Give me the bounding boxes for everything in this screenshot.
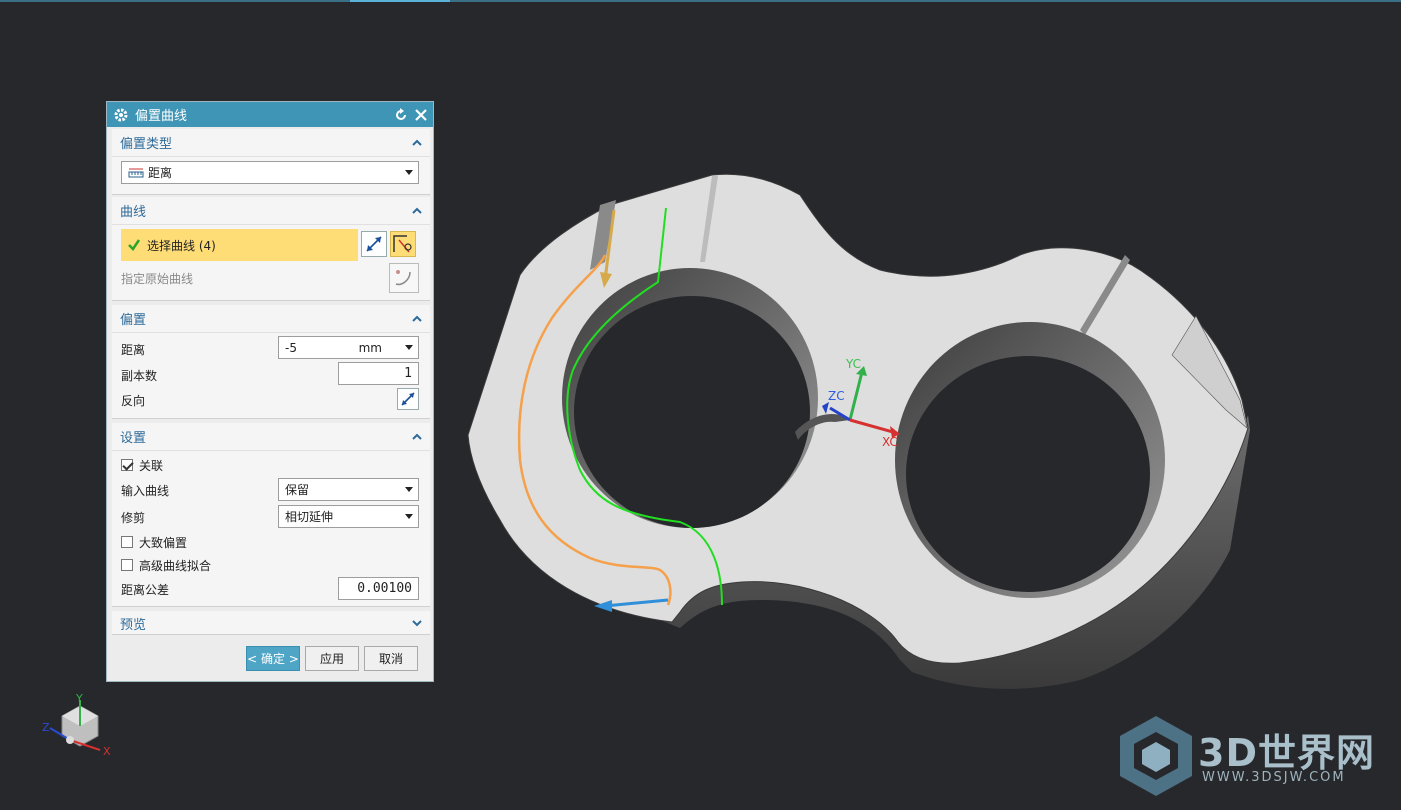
watermark-text: 3D世界网 — [1198, 731, 1375, 775]
rough-offset-checkbox[interactable] — [121, 536, 133, 548]
preview-header[interactable]: 预览 — [112, 611, 430, 635]
offset-header[interactable]: 偏置 — [112, 305, 430, 333]
curve-rule-button[interactable] — [390, 231, 416, 257]
settings-header[interactable]: 设置 — [112, 423, 430, 451]
distance-row: 距离 — [121, 338, 145, 360]
settings-title: 设置 — [120, 431, 147, 446]
chevron-down-icon — [405, 514, 413, 519]
triad-label-x: X — [103, 745, 111, 758]
csys-label-yc: YC — [845, 357, 861, 371]
associative-checkbox-row[interactable]: 关联 — [121, 454, 163, 476]
offset-curve-dialog: 偏置曲线 偏置类型 距离 曲线 选择曲线 (4) 指定原始曲线 偏置 距离 -5… — [106, 101, 434, 682]
copies-row: 副本数 — [121, 364, 157, 386]
triad-label-y: Y — [75, 692, 83, 705]
close-icon[interactable] — [413, 107, 429, 123]
cancel-button[interactable]: 取消 — [364, 646, 418, 671]
chevron-up-icon[interactable] — [410, 136, 424, 150]
distance-ruler-icon — [128, 168, 144, 177]
apply-button[interactable]: 应用 — [305, 646, 359, 671]
associative-label: 关联 — [139, 458, 164, 473]
associative-checkbox[interactable] — [121, 459, 133, 471]
specify-original-curve-row: 指定原始曲线 — [121, 267, 193, 289]
input-curve-value: 保留 — [285, 483, 310, 497]
advanced-fit-label: 高级曲线拟合 — [139, 558, 212, 573]
advanced-fit-checkbox[interactable] — [121, 559, 133, 571]
csys-label-zc: ZC — [828, 389, 845, 403]
watermark-logo-icon — [1120, 716, 1192, 796]
chevron-down-icon — [405, 170, 413, 175]
right-hole — [895, 322, 1165, 598]
reverse-offset-button[interactable] — [397, 388, 419, 410]
rough-offset-label: 大致偏置 — [139, 535, 188, 550]
input-curve-row: 输入曲线 — [121, 479, 169, 501]
offset-type-value: 距离 — [148, 166, 173, 180]
chevron-up-icon[interactable] — [410, 204, 424, 218]
reverse-arrows-icon — [401, 392, 415, 406]
chevron-down-icon — [405, 345, 413, 350]
specify-original-label: 指定原始曲线 — [121, 271, 194, 286]
check-icon — [128, 239, 141, 251]
offset-type-title: 偏置类型 — [120, 137, 173, 152]
left-hole — [562, 268, 818, 528]
curve-header[interactable]: 曲线 — [112, 197, 430, 225]
distance-input[interactable]: -5 mm — [278, 336, 419, 359]
gear-icon — [114, 108, 128, 121]
reverse-label: 反向 — [121, 393, 146, 408]
chevron-down-icon[interactable] — [410, 616, 424, 630]
offset-type-section: 偏置类型 距离 — [112, 129, 430, 195]
chevron-up-icon[interactable] — [410, 430, 424, 444]
chevron-down-icon — [405, 487, 413, 492]
distance-value: -5 — [285, 340, 297, 355]
tolerance-row: 距离公差 — [121, 578, 169, 600]
triad-label-z: Z — [42, 721, 50, 734]
curve-select-icon — [393, 235, 412, 253]
reverse-arrows-icon — [366, 236, 382, 252]
settings-section: 设置 关联 输入曲线 保留 修剪 相切延伸 大致偏置 高级曲线拟合 距离公差 0… — [112, 423, 430, 607]
specify-original-curve-button[interactable] — [389, 263, 419, 293]
preview-title: 预览 — [120, 617, 147, 633]
copies-label: 副本数 — [121, 368, 158, 383]
ok-button[interactable]: < 确定 > — [246, 646, 300, 671]
input-curve-label: 输入曲线 — [121, 483, 170, 498]
select-curve-label: 选择曲线 (4) — [147, 238, 216, 253]
copies-input[interactable]: 1 — [338, 362, 419, 385]
trim-label: 修剪 — [121, 510, 146, 525]
tolerance-input[interactable]: 0.00100 — [338, 577, 419, 600]
offset-section: 偏置 距离 -5 mm 副本数 1 反向 — [112, 305, 430, 419]
watermark-url: WWW.3DSJW.COM — [1202, 770, 1346, 785]
rough-offset-row[interactable]: 大致偏置 — [121, 531, 187, 553]
tolerance-label: 距离公差 — [121, 582, 170, 597]
reset-icon[interactable] — [393, 107, 409, 123]
dialog-title: 偏置曲线 — [135, 109, 188, 124]
reverse-row: 反向 — [121, 389, 145, 411]
offset-type-select[interactable]: 距离 — [121, 161, 419, 184]
trim-row: 修剪 — [121, 506, 145, 528]
view-triad[interactable] — [49, 700, 101, 751]
curve-title: 曲线 — [120, 205, 147, 220]
trim-select[interactable]: 相切延伸 — [278, 505, 419, 528]
csys-label-xc: XC — [882, 435, 898, 449]
watermark: 3D世界网 WWW.3DSJW.COM — [1116, 714, 1386, 798]
dialog-title-bar[interactable]: 偏置曲线 — [107, 102, 433, 127]
input-curve-select[interactable]: 保留 — [278, 478, 419, 501]
curve-arc-icon — [395, 270, 411, 286]
trim-value: 相切延伸 — [285, 510, 334, 524]
distance-unit: mm — [358, 340, 382, 355]
preview-section: 预览 — [112, 611, 430, 635]
offset-type-header[interactable]: 偏置类型 — [112, 129, 430, 157]
chevron-up-icon[interactable] — [410, 312, 424, 326]
distance-label: 距离 — [121, 342, 146, 357]
offset-title: 偏置 — [120, 313, 147, 328]
curve-section: 曲线 选择曲线 (4) 指定原始曲线 — [112, 197, 430, 301]
advanced-fit-row[interactable]: 高级曲线拟合 — [121, 554, 211, 576]
select-curve-row[interactable]: 选择曲线 (4) — [121, 229, 358, 261]
reverse-direction-button[interactable] — [361, 231, 387, 257]
